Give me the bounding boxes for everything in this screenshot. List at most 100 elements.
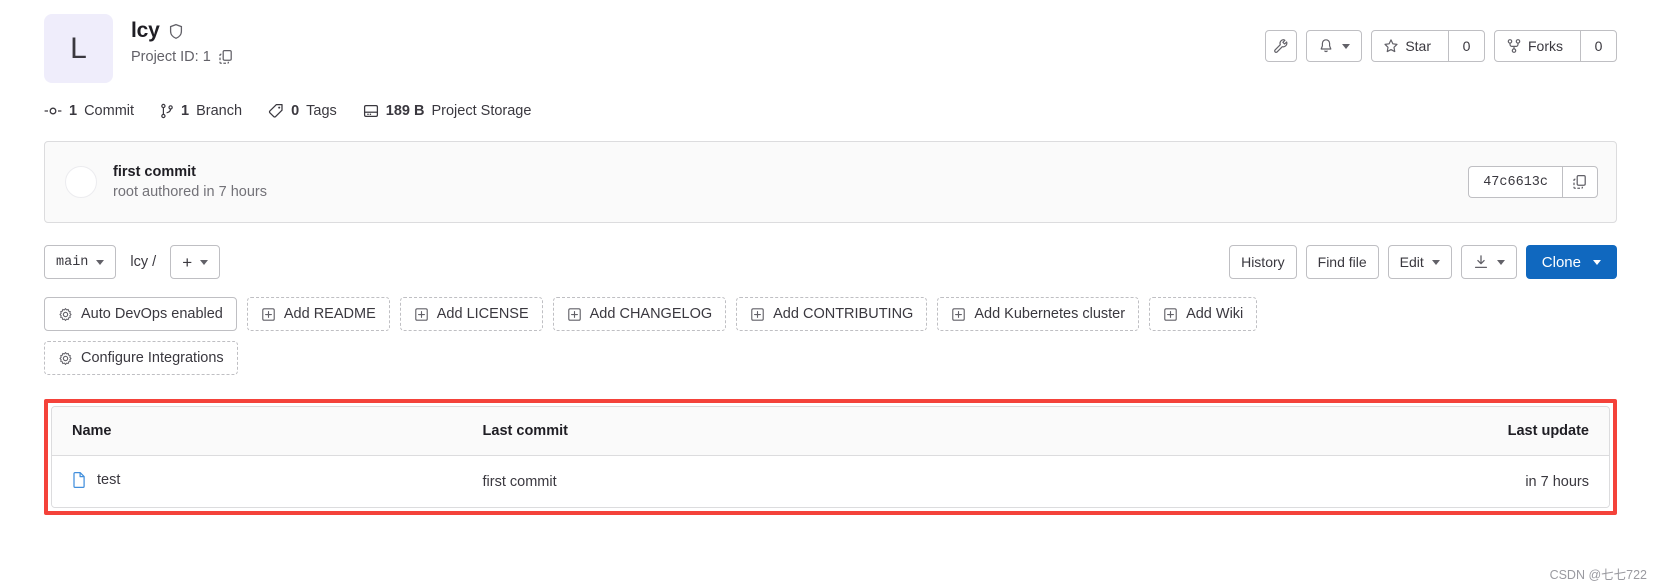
forks-button[interactable]: Forks 0 [1494, 30, 1617, 62]
file-table: Name Last commit Last update test first … [51, 406, 1610, 508]
plus-square-icon [1163, 307, 1178, 322]
avatar [65, 166, 97, 198]
project-id: Project ID: 1 [131, 49, 234, 65]
file-table-header-row: Name Last commit Last update [52, 407, 1609, 456]
edit-button[interactable]: Edit [1387, 245, 1452, 279]
add-kubernetes-cluster-label: Add Kubernetes cluster [974, 306, 1126, 322]
tag-icon [268, 103, 284, 119]
file-last-update-cell: in 7 hours [1045, 456, 1609, 507]
ref-toolbar-right: History Find file Edit Clone [1229, 245, 1617, 279]
find-file-label: Find file [1317, 254, 1367, 270]
add-kubernetes-cluster-button[interactable]: Add Kubernetes cluster [937, 297, 1140, 331]
breadcrumb[interactable]: lcy / [128, 254, 158, 270]
file-table-body: test first commit in 7 hours [52, 456, 1609, 507]
wrench-icon [1273, 38, 1289, 54]
page-title: lcy [131, 19, 160, 42]
add-readme-label: Add README [283, 306, 376, 322]
stat-storage-value: 189 B [385, 103, 425, 119]
stat-branches-label: Branch [196, 103, 243, 119]
copy-icon [1572, 174, 1588, 190]
table-row[interactable]: test first commit in 7 hours [52, 456, 1609, 507]
branch-selector[interactable]: main [44, 245, 117, 279]
add-readme-button[interactable]: Add README [246, 297, 390, 331]
stat-tags-value: 0 [291, 103, 300, 119]
file-name-link[interactable]: test [72, 471, 120, 488]
add-changelog-button[interactable]: Add CHANGELOG [552, 297, 727, 331]
commit-sha[interactable]: 47c6613c [1468, 166, 1562, 198]
star-label-segment[interactable]: Star [1372, 31, 1442, 61]
chevron-down-icon [200, 259, 209, 265]
plus-square-icon [951, 307, 966, 322]
file-table-head: Name Last commit Last update [52, 407, 1609, 456]
auto-devops-label: Auto DevOps enabled [81, 306, 223, 322]
branch-icon [160, 103, 174, 119]
star-count: 0 [1448, 31, 1484, 61]
download-button[interactable] [1460, 245, 1517, 279]
configure-integrations-button[interactable]: Configure Integrations [44, 341, 238, 375]
auto-devops-button[interactable]: Auto DevOps enabled [44, 297, 237, 331]
project-title-row: lcy [131, 19, 234, 43]
add-wiki-button[interactable]: Add Wiki [1149, 297, 1258, 331]
fork-icon [1506, 38, 1522, 54]
project-header: L lcy Project ID: 1 Star 0 Forks 0 [44, 0, 1617, 83]
gear-icon [58, 351, 73, 366]
stat-commits-label: Commit [84, 103, 135, 119]
stat-branches[interactable]: 1 Branch [160, 103, 242, 119]
plus-square-icon [414, 307, 429, 322]
plus-square-icon [261, 307, 276, 322]
file-name-cell[interactable]: test [52, 456, 463, 507]
add-contributing-button[interactable]: Add CONTRIBUTING [736, 297, 928, 331]
chevron-down-icon [96, 259, 105, 265]
commit-icon [44, 104, 62, 118]
project-id-label: Project ID: 1 [131, 49, 211, 65]
stat-tags[interactable]: 0 Tags [268, 103, 337, 119]
clone-button[interactable]: Clone [1525, 245, 1617, 279]
last-commit-card: first commit root authored in 7 hours 47… [44, 141, 1617, 223]
column-header-last-update: Last update [1045, 407, 1609, 456]
bell-icon [1318, 38, 1334, 54]
stat-storage-label: Project Storage [431, 103, 532, 119]
configure-integrations-label: Configure Integrations [81, 350, 224, 366]
add-contributing-label: Add CONTRIBUTING [773, 306, 914, 322]
column-header-last-commit: Last commit [462, 407, 1046, 456]
forks-label-segment[interactable]: Forks [1495, 31, 1574, 61]
project-avatar: L [44, 14, 113, 83]
copy-sha-button[interactable] [1562, 166, 1598, 198]
notifications-button[interactable] [1306, 30, 1363, 62]
forks-count: 0 [1580, 31, 1616, 61]
clone-label: Clone [1541, 253, 1581, 271]
settings-wrench-button[interactable] [1265, 30, 1298, 62]
project-stats: 1 Commit 1 Branch 0 Tags 189 B Project S… [44, 103, 1617, 119]
copy-icon[interactable] [219, 49, 234, 65]
commit-sha-group: 47c6613c [1468, 166, 1598, 198]
project-overview-page: L lcy Project ID: 1 Star 0 Forks 0 1 Com… [0, 0, 1661, 588]
quick-actions-row-1: Auto DevOps enabled Add README Add LICEN… [44, 297, 1617, 331]
file-icon [72, 471, 87, 488]
stat-commits-value: 1 [69, 103, 78, 119]
file-last-commit-cell[interactable]: first commit [462, 456, 1046, 507]
header-actions: Star 0 Forks 0 [1265, 14, 1617, 62]
storage-icon [363, 103, 379, 119]
column-header-name: Name [52, 407, 463, 456]
chevron-down-icon [1593, 259, 1601, 265]
plus-square-icon [567, 307, 582, 322]
add-to-tree-button[interactable]: + [170, 245, 221, 279]
plus-icon: + [182, 252, 193, 272]
add-license-button[interactable]: Add LICENSE [399, 297, 543, 331]
history-button[interactable]: History [1229, 245, 1297, 279]
file-name-text: test [97, 471, 121, 488]
shield-icon [168, 23, 184, 40]
stat-commits[interactable]: 1 Commit [44, 103, 134, 119]
star-icon [1383, 38, 1399, 54]
last-commit-title[interactable]: first commit [113, 164, 267, 180]
last-commit-text: first commit root authored in 7 hours [113, 164, 267, 200]
add-wiki-label: Add Wiki [1186, 306, 1244, 322]
star-label: Star [1405, 38, 1431, 54]
chevron-down-icon [1496, 259, 1505, 265]
chevron-down-icon [1431, 259, 1440, 265]
stat-branches-value: 1 [181, 103, 190, 119]
star-button[interactable]: Star 0 [1371, 30, 1485, 62]
forks-label: Forks [1528, 38, 1563, 54]
find-file-button[interactable]: Find file [1305, 245, 1379, 279]
stat-storage: 189 B Project Storage [363, 103, 532, 119]
